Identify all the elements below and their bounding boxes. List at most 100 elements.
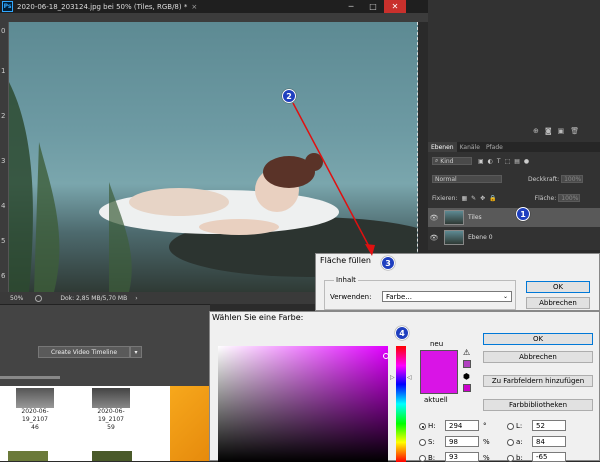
ruler-number: 3 bbox=[1, 157, 6, 165]
h-label: H: bbox=[428, 422, 436, 430]
annotation-badge-2: 2 bbox=[282, 89, 296, 103]
ruler-number: 2 bbox=[1, 112, 6, 120]
eye-icon[interactable]: 👁 bbox=[428, 234, 440, 242]
opacity-input[interactable]: 100% bbox=[561, 175, 584, 183]
fill-ok-button[interactable]: OK bbox=[526, 281, 590, 293]
fill-input[interactable]: 100% bbox=[558, 194, 581, 202]
ruler-number: 0 bbox=[1, 27, 6, 35]
background-image bbox=[170, 386, 210, 461]
fill-label: Fläche: bbox=[534, 194, 557, 202]
opacity-label: Deckkraft: bbox=[528, 175, 560, 183]
layer-kind-select[interactable]: ⌕ Kind bbox=[432, 157, 472, 165]
fill-cancel-button[interactable]: Abbrechen bbox=[526, 297, 590, 309]
layers-panel-tabs: Ebenen Kanäle Pfade bbox=[428, 142, 600, 152]
ruler-number: 6 bbox=[1, 272, 6, 280]
layer-row-tiles[interactable]: 👁 Tiles bbox=[428, 208, 600, 227]
lock-row: Fixieren: ▦✎✥🔒 Fläche: 100% bbox=[428, 192, 600, 204]
current-color-label: aktuell bbox=[424, 396, 448, 404]
h-unit: ° bbox=[483, 422, 487, 430]
color-libraries-button[interactable]: Farbbibliotheken bbox=[483, 399, 593, 411]
layer-row-ebene-0[interactable]: 👁 Ebene 0 bbox=[428, 228, 600, 247]
a-label: a: bbox=[516, 438, 523, 446]
file-thumbnail[interactable] bbox=[16, 388, 54, 408]
camera-icon[interactable]: ◙ bbox=[545, 127, 552, 136]
picker-cancel-button[interactable]: Abbrechen bbox=[483, 351, 593, 363]
close-tab-icon[interactable]: × bbox=[191, 3, 197, 11]
tab-pfade[interactable]: Pfade bbox=[483, 142, 506, 152]
s-input[interactable]: 98 bbox=[445, 436, 479, 447]
picker-ok-button[interactable]: OK bbox=[483, 333, 593, 345]
use-select[interactable]: Farbe... ⌄ bbox=[382, 291, 512, 302]
a-radio[interactable] bbox=[507, 439, 514, 446]
web-color-swatch[interactable] bbox=[463, 384, 471, 392]
color-picker-title: Wählen Sie eine Farbe: bbox=[212, 313, 304, 322]
maximize-button[interactable]: □ bbox=[362, 0, 384, 13]
document-image[interactable] bbox=[9, 22, 418, 292]
layer-name[interactable]: Tiles bbox=[468, 214, 482, 221]
file-thumbnail[interactable] bbox=[92, 451, 132, 461]
gamut-swatch[interactable] bbox=[463, 360, 471, 368]
hue-slider[interactable] bbox=[396, 346, 406, 462]
l-radio[interactable] bbox=[507, 423, 514, 430]
hue-slider-right-arrow-icon[interactable]: ◁ bbox=[407, 374, 412, 381]
panel-empty-area bbox=[428, 0, 600, 130]
timeline-zoom-slider[interactable] bbox=[0, 376, 60, 379]
saturation-radio[interactable] bbox=[419, 439, 426, 446]
eye-icon[interactable]: 👁 bbox=[428, 214, 440, 222]
gamut-warning-icon[interactable]: ⚠ bbox=[463, 348, 470, 357]
blend-mode-select[interactable]: Normal bbox=[432, 175, 502, 183]
trash-icon[interactable]: 🗑 bbox=[570, 127, 579, 136]
layer-thumbnail bbox=[444, 210, 464, 225]
use-label: Verwenden: bbox=[330, 293, 372, 301]
color-field-cursor[interactable] bbox=[383, 353, 389, 359]
window-controls: ─ □ ✕ bbox=[340, 0, 406, 13]
photo-illustration bbox=[9, 82, 417, 292]
chevron-down-icon: ⌄ bbox=[502, 293, 508, 300]
fill-dialog-title: Fläche füllen bbox=[320, 256, 371, 265]
annotation-badge-3: 3 bbox=[381, 256, 395, 270]
ruler-number: 5 bbox=[1, 237, 6, 245]
timeline-dropdown-icon[interactable]: ▾ bbox=[130, 346, 142, 358]
canvas-area[interactable] bbox=[9, 22, 428, 292]
content-group-label: Inhalt bbox=[334, 276, 358, 284]
s-label: S: bbox=[428, 438, 435, 446]
status-arrow-icon[interactable]: › bbox=[135, 295, 137, 302]
document-size: Dok: 2,85 MB/5,70 MB bbox=[60, 294, 128, 302]
blend-row: Normal Deckkraft: 100% bbox=[428, 173, 600, 185]
annotation-badge-1: 1 bbox=[516, 207, 530, 221]
minimize-button[interactable]: ─ bbox=[340, 0, 362, 13]
ruler-number: 4 bbox=[1, 202, 6, 210]
ruler-number: 1 bbox=[1, 67, 6, 75]
file-thumbnail[interactable] bbox=[92, 388, 130, 408]
new-color-swatch bbox=[420, 350, 458, 394]
lock-icons[interactable]: ▦✎✥🔒 bbox=[461, 195, 500, 202]
info-icon[interactable] bbox=[35, 294, 43, 302]
document-tab-title[interactable]: 2020-06-18_203124.jpg bei 50% (Tiles, RG… bbox=[17, 3, 187, 11]
filter-icons[interactable]: ▣◐T⬚▤● bbox=[478, 158, 533, 165]
web-color-cube-icon[interactable]: ⬢ bbox=[463, 372, 470, 381]
color-field[interactable] bbox=[218, 346, 388, 462]
h-input[interactable]: 294 bbox=[445, 420, 479, 431]
fill-dialog: Fläche füllen Inhalt Verwenden: Farbe...… bbox=[315, 253, 600, 311]
zoom-level[interactable]: 50% bbox=[10, 295, 23, 302]
create-video-timeline-button[interactable]: Create Video Timeline bbox=[38, 346, 130, 358]
new-color-label: neu bbox=[430, 340, 444, 348]
new-layer-icon[interactable]: ⊕ bbox=[533, 127, 539, 136]
tab-kanaele[interactable]: Kanäle bbox=[457, 142, 483, 152]
l-input[interactable]: 52 bbox=[532, 420, 566, 431]
close-button[interactable]: ✕ bbox=[384, 0, 406, 13]
add-to-swatches-button[interactable]: Zu Farbfeldern hinzufügen bbox=[483, 375, 593, 387]
ruler-vertical: 0 1 2 3 4 5 6 bbox=[0, 22, 9, 292]
lock-label: Fixieren: bbox=[432, 194, 458, 202]
a-input[interactable]: 84 bbox=[532, 436, 566, 447]
hue-slider-left-arrow-icon[interactable]: ▷ bbox=[390, 374, 395, 381]
layer-name[interactable]: Ebene 0 bbox=[468, 234, 493, 241]
photoshop-logo-icon: Ps bbox=[2, 1, 13, 12]
l-label: L: bbox=[516, 422, 523, 430]
file-name: 2020-06-19_2107 59 bbox=[97, 408, 125, 431]
tab-ebenen[interactable]: Ebenen bbox=[428, 142, 457, 152]
hue-radio[interactable] bbox=[419, 423, 426, 430]
annotation-badge-4: 4 bbox=[395, 326, 409, 340]
file-thumbnail[interactable] bbox=[8, 451, 48, 461]
new-item-icon[interactable]: ▣ bbox=[558, 127, 565, 136]
